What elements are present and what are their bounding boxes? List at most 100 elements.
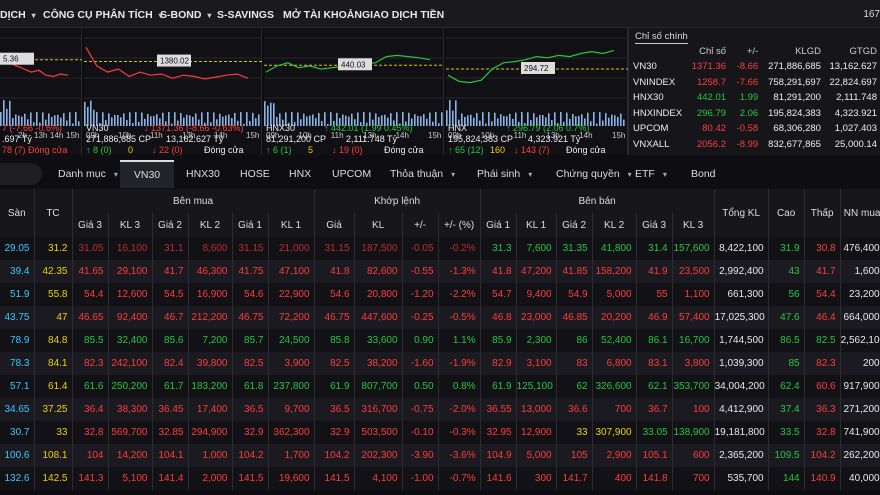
tab-phai-sinh[interactable]: Phái sinh ▾ <box>477 160 532 188</box>
table-cell: 1.1% <box>438 329 481 352</box>
table-row[interactable]: 29.05 31.2 31.05 16,100 31.1 8,600 31.15 21,000… <box>0 237 880 260</box>
table-cell: 1,700 <box>268 444 315 467</box>
col-header[interactable]: Giá 3 <box>72 213 109 237</box>
tab-danh-muc-label[interactable]: Danh mục ▾ <box>58 160 118 188</box>
table-cell: 9,400 <box>516 283 557 306</box>
col-header[interactable]: KL 2 <box>592 213 637 237</box>
table-row[interactable]: 39.4 42.35 41.65 29,100 41.7 46,300 41.75 47,10… <box>0 260 880 283</box>
chart-volume: 195,824,383 CP <box>448 134 514 144</box>
tab-etf[interactable]: ETF ▾ <box>635 160 667 188</box>
col-header[interactable]: Giá 2 <box>556 213 593 237</box>
col-header-san[interactable]: Sàn <box>0 189 35 237</box>
table-row[interactable]: 57.1 61.4 61.6 250,200 61.7 183,200 61.8 237,80… <box>0 375 880 398</box>
col-header[interactable]: Giá 2 <box>152 213 189 237</box>
tab-vn30[interactable]: VN30 <box>120 160 174 188</box>
table-cell: 2,000 <box>188 467 233 490</box>
mini-chart-hnx30[interactable]: 440.03 09h 10h 11h 13h 14h 15h HNX30 ↑ 442.01 (1… <box>264 28 444 155</box>
table-cell: 54.6 <box>232 283 269 306</box>
tab-hose[interactable]: HOSE <box>240 160 270 188</box>
nav-item-s-savings[interactable]: S-SAVINGS <box>217 9 274 21</box>
table-cell: -1.3% <box>438 260 481 283</box>
chart-volume: 271,886,685 CP <box>86 134 152 144</box>
chart-status: Đóng cửa <box>566 145 606 155</box>
table-cell: 12,600 <box>108 283 153 306</box>
col-header-nn-mua[interactable]: NN mua <box>840 189 880 237</box>
col-header: KLGD <box>795 46 821 57</box>
col-header[interactable]: Giá <box>314 213 355 237</box>
table-cell: 104 <box>72 444 109 467</box>
col-header[interactable]: KL <box>354 213 403 237</box>
table-cell: 31.15 <box>314 237 355 260</box>
tab-bond[interactable]: Bond <box>691 160 716 188</box>
chevron-down-icon: ▾ <box>207 10 212 20</box>
table-cell: 105.1 <box>636 444 673 467</box>
table-cell: 54.7 <box>480 283 517 306</box>
table-cell: 132.6 <box>0 467 35 490</box>
col-header[interactable]: KL 2 <box>188 213 233 237</box>
nav-item-mo-tai-khoan[interactable]: MỞ TÀI KHOẢN <box>283 9 362 21</box>
index-row[interactable]: UPCOM 80.42 -0.58 68,306,280 1,027.403 <box>629 121 880 137</box>
index-row[interactable]: HNX30 442.01 1.99 81,291,200 2,111.748 <box>629 90 880 106</box>
nav-item-s-bond[interactable]: S-BOND ▾ <box>160 9 211 21</box>
table-cell: -1.9% <box>438 352 481 375</box>
table-row[interactable]: 34.65 37.25 36.4 38,300 36.45 17,400 36.5 9,700… <box>0 398 880 421</box>
col-header[interactable]: +/- (%) <box>438 213 481 237</box>
table-cell: 36.4 <box>72 398 109 421</box>
table-row[interactable]: 51.9 55.8 54.4 12,600 54.5 16,900 54.6 22,900 54… <box>0 283 880 306</box>
col-header-tong-kl[interactable]: Tổng KL <box>714 189 769 237</box>
table-row[interactable]: 78.9 84.8 85.5 32,400 85.6 7,200 85.7 24,500 85.… <box>0 329 880 352</box>
index-row[interactable]: HNXINDEX 296.79 2.06 195,824,383 4,323.921 <box>629 106 880 122</box>
table-row[interactable]: 30.7 33 32.8 569,700 32.85 294,900 32.9 362,300… <box>0 421 880 444</box>
table-cell: 0.90 <box>402 329 439 352</box>
table-cell: 447,600 <box>354 306 403 329</box>
col-header[interactable]: KL 3 <box>672 213 715 237</box>
col-header[interactable]: KL 3 <box>108 213 153 237</box>
table-cell: 24,500 <box>268 329 315 352</box>
mini-chart-hnx[interactable]: 294.72 09h 10h 11h 13h 14h 15h HNX ↑ 296.79 (2.0… <box>446 28 628 155</box>
nav-item-giao-dich-tien[interactable]: GIAO DỊCH TIỀN <box>362 9 444 21</box>
index-cell-vol: 271,886,685 <box>768 61 821 73</box>
col-header[interactable]: Giá 3 <box>636 213 673 237</box>
col-header[interactable]: KL 1 <box>516 213 557 237</box>
col-header[interactable]: Giá 1 <box>480 213 517 237</box>
col-header[interactable]: +/- <box>402 213 439 237</box>
tab-hnx30[interactable]: HNX30 <box>186 160 220 188</box>
table-cell: 46,300 <box>188 260 233 283</box>
table-cell: 31.35 <box>556 237 593 260</box>
col-header-name <box>629 44 687 59</box>
table-row[interactable]: 132.6 142.5 141.3 5,100 141.4 2,000 141.5 19,60… <box>0 467 880 490</box>
table-row[interactable]: 43.75 47 46.65 92,400 46.7 212,200 46.75 72,200… <box>0 306 880 329</box>
table-cell: 9,700 <box>268 398 315 421</box>
index-row[interactable]: VNINDEX 1258.7 -7.66 758,291,697 22,824.697 <box>629 75 880 91</box>
chart-value: 2,111.748 Tỷ <box>346 134 398 144</box>
table-cell: 33,600 <box>354 329 403 352</box>
table-cell: 2,992,400 <box>714 260 769 283</box>
index-row[interactable]: VN30 1371.36 -8.66 271,886,685 13,162.627 <box>629 59 880 75</box>
index-cell-name: HNX30 <box>633 92 664 104</box>
table-cell: 183,200 <box>188 375 233 398</box>
nav-item-cong-cu[interactable]: CÔNG CỤ PHÂN TÍCH ▾ <box>43 9 163 21</box>
col-header-thap[interactable]: Thấp <box>804 189 841 237</box>
col-header-tc[interactable]: TC <box>34 189 73 237</box>
table-row[interactable]: 100.6 108.1 104 14,200 104.1 1,000 104.2 1,700 1… <box>0 444 880 467</box>
col-header-cao[interactable]: Cao <box>768 189 805 237</box>
tab-hnx[interactable]: HNX <box>289 160 311 188</box>
table-cell: 36.5 <box>232 398 269 421</box>
col-header[interactable]: KL 1 <box>268 213 315 237</box>
table-cell: 31.3 <box>480 237 517 260</box>
mini-chart-vn30[interactable]: 1380.02 09h 10h 11h 13h 14h 15h VN30 ↓ 1371.36 (… <box>84 28 262 155</box>
table-cell: 37.25 <box>34 398 73 421</box>
mini-chart-vnindex[interactable]: 5.36 2h 13h 14h 15h 7 (-7.66 -0.6%) .697 Tỷ 78 … <box>0 28 82 155</box>
col-header[interactable]: Giá 1 <box>232 213 269 237</box>
table-cell: 30.7 <box>0 421 35 444</box>
tab-danh-muc[interactable] <box>0 163 42 185</box>
nav-item-giao-dich[interactable]: DỊCH ▾ <box>0 9 36 21</box>
table-row[interactable]: 78.3 84.1 82.3 242,100 82.4 39,800 82.5 3,900 82… <box>0 352 880 375</box>
chart-change: ↓ 1371.36 (-8.66 -0.63%) <box>144 123 244 133</box>
table-cell: 0.50 <box>402 375 439 398</box>
tab-upcom[interactable]: UPCOM <box>332 160 371 188</box>
tab-chung-quyen[interactable]: Chứng quyền ▾ <box>556 160 632 188</box>
table-cell: 41.7 <box>152 260 189 283</box>
tab-thoa-thuan[interactable]: Thỏa thuận ▾ <box>390 160 455 188</box>
index-row[interactable]: VNXALL 2056.2 -8.99 832,677,865 25,000.14 <box>629 137 880 153</box>
